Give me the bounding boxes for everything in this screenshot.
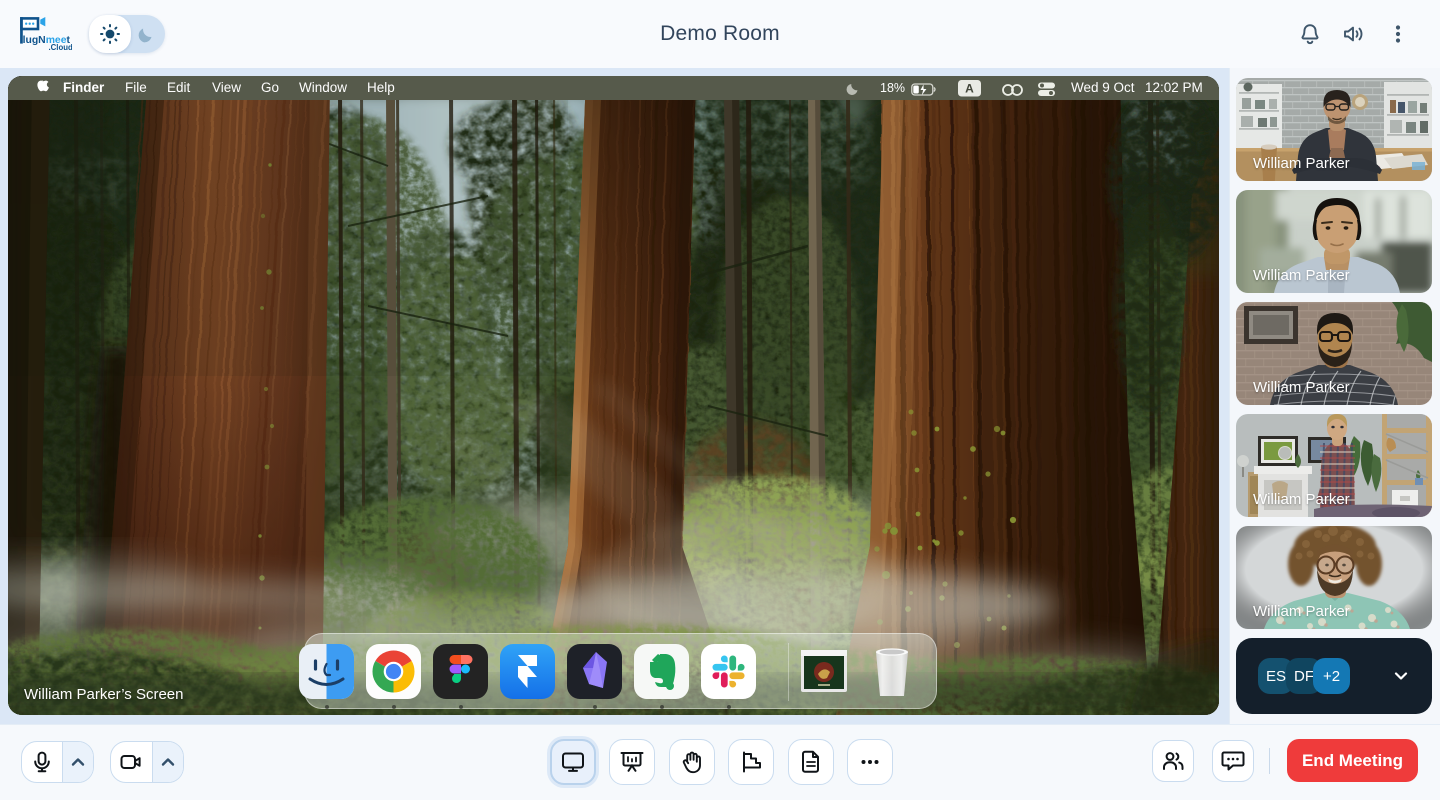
svg-text:A: A bbox=[965, 82, 974, 96]
